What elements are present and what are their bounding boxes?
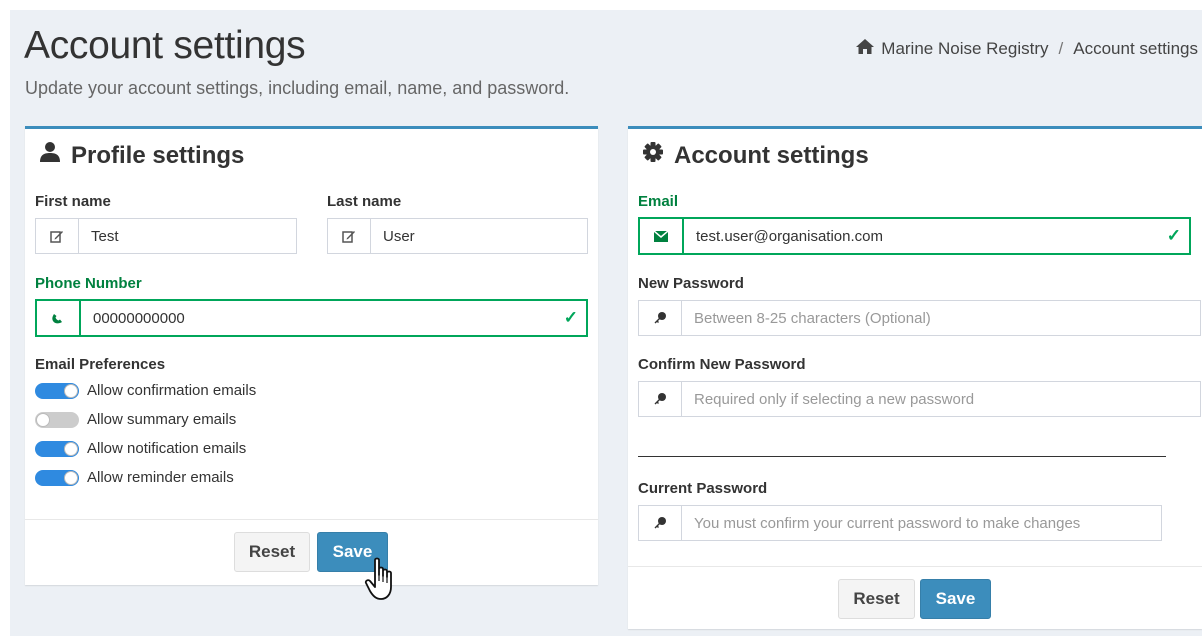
notification-emails-toggle[interactable] xyxy=(35,440,79,457)
page-title: Account settings xyxy=(24,24,306,67)
phone-icon xyxy=(37,301,81,335)
envelope-icon xyxy=(640,219,684,253)
first-name-field xyxy=(35,218,297,254)
preference-label: Allow summary emails xyxy=(87,411,237,428)
new-password-label: New Password xyxy=(638,275,744,292)
edit-icon xyxy=(36,219,79,253)
account-settings-title: Account settings xyxy=(642,141,869,170)
first-name-input[interactable] xyxy=(79,219,296,253)
box-footer-divider xyxy=(628,566,1202,567)
preference-label: Allow confirmation emails xyxy=(87,382,257,399)
new-password-field xyxy=(638,300,1201,336)
last-name-field xyxy=(327,218,588,254)
gear-icon xyxy=(642,141,664,170)
box-footer-divider xyxy=(25,519,598,520)
account-reset-button[interactable]: Reset xyxy=(838,579,915,619)
profile-settings-heading: Profile settings xyxy=(71,141,245,169)
current-password-label: Current Password xyxy=(638,480,768,497)
pointer-cursor-icon xyxy=(364,557,398,608)
left-frame xyxy=(0,0,10,636)
current-password-input[interactable] xyxy=(682,506,1161,540)
confirm-password-label: Confirm New Password xyxy=(638,356,806,373)
edit-icon xyxy=(328,219,371,253)
preference-confirmation-row: Allow confirmation emails xyxy=(35,382,256,399)
key-icon xyxy=(639,506,682,540)
check-icon: ✓ xyxy=(1166,226,1181,245)
key-icon xyxy=(639,301,682,335)
account-save-button[interactable]: Save xyxy=(920,579,991,619)
section-separator xyxy=(638,456,1166,457)
confirm-password-input[interactable] xyxy=(682,382,1200,416)
phone-number-label: Phone Number xyxy=(35,275,142,292)
email-field: ✓ xyxy=(638,217,1191,255)
top-frame xyxy=(0,0,1202,10)
home-icon[interactable] xyxy=(855,38,875,60)
key-icon xyxy=(639,382,682,416)
preference-notification-row: Allow notification emails xyxy=(35,440,246,457)
last-name-input[interactable] xyxy=(371,219,587,253)
profile-reset-button[interactable]: Reset xyxy=(234,532,310,572)
phone-number-input[interactable] xyxy=(81,301,586,335)
check-icon: ✓ xyxy=(563,308,578,327)
account-settings-heading: Account settings xyxy=(674,141,869,169)
breadcrumb: Marine Noise Registry / Account settings xyxy=(855,38,1198,60)
preference-label: Allow reminder emails xyxy=(87,469,234,486)
current-password-field xyxy=(638,505,1162,541)
email-preferences-label: Email Preferences xyxy=(35,356,166,373)
user-icon xyxy=(39,141,61,170)
new-password-input[interactable] xyxy=(682,301,1200,335)
preference-label: Allow notification emails xyxy=(87,440,247,457)
preference-reminder-row: Allow reminder emails xyxy=(35,469,234,486)
breadcrumb-home-link[interactable]: Marine Noise Registry xyxy=(881,39,1048,59)
confirmation-emails-toggle[interactable] xyxy=(35,382,79,399)
first-name-label: First name xyxy=(35,193,111,210)
reminder-emails-toggle[interactable] xyxy=(35,469,79,486)
email-label: Email xyxy=(638,193,679,210)
last-name-label: Last name xyxy=(327,193,402,210)
page-subtitle: Update your account settings, including … xyxy=(25,78,570,98)
profile-settings-panel: Profile settings First name Last name Ph… xyxy=(25,126,598,585)
profile-settings-title: Profile settings xyxy=(39,141,244,170)
breadcrumb-current: Account settings xyxy=(1073,39,1198,58)
confirm-password-field xyxy=(638,381,1201,417)
summary-emails-toggle[interactable] xyxy=(35,411,79,428)
preference-summary-row: Allow summary emails xyxy=(35,411,236,428)
account-settings-panel: Account settings Email ✓ New Password Co… xyxy=(628,126,1202,629)
breadcrumb-separator: / xyxy=(1058,39,1064,58)
phone-number-field: ✓ xyxy=(35,299,588,337)
email-input[interactable] xyxy=(684,219,1189,253)
